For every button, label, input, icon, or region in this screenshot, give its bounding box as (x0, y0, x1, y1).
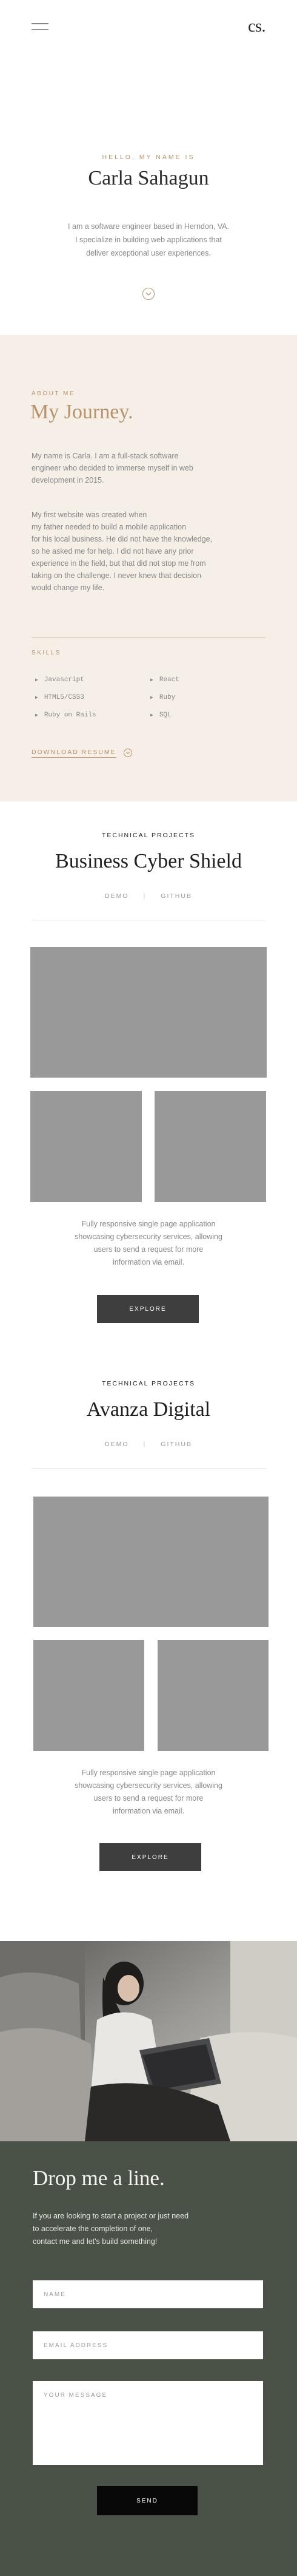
about-paragraph-line: would change my life. (32, 583, 105, 592)
about-paragraph-line: for his local business. He did not have … (32, 535, 213, 543)
demo-link[interactable]: DEMO (105, 1441, 129, 1448)
project-screenshot-secondary (33, 1640, 144, 1751)
project-description-line: Fully responsive single page application (81, 1220, 216, 1228)
arrow-right-icon: ▶ (35, 713, 38, 718)
about-paragraph-line: My first website was created when (32, 511, 147, 519)
arrow-right-icon: ▶ (150, 713, 153, 718)
about-paragraph-line: My name is Carla. I am a full-stack soft… (32, 452, 179, 460)
skill-item: ▶ SQL (150, 712, 172, 719)
scroll-down-button[interactable] (142, 288, 155, 300)
hero-description-line: deliver exceptional user experiences. (86, 249, 211, 257)
about-paragraph-line: engineer who decided to immerse myself i… (32, 464, 193, 472)
hero-description-line: I specialize in building web application… (75, 236, 222, 244)
project-kicker: TECHNICAL PROJECTS (101, 1380, 196, 1387)
github-link[interactable]: GITHUB (161, 892, 192, 900)
project-screenshot-secondary (158, 1640, 269, 1751)
skill-label: React (159, 676, 179, 684)
project-description: Fully responsive single page application… (0, 1218, 297, 1269)
arrow-right-icon: ▶ (35, 678, 38, 683)
link-separator: | (143, 1441, 147, 1448)
demo-link[interactable]: DEMO (105, 892, 129, 900)
skill-label: SQL (159, 712, 172, 719)
logo[interactable]: cs. (248, 17, 265, 36)
project-title: Avanza Digital (86, 1398, 211, 1421)
name-field[interactable] (33, 2280, 263, 2308)
about-paragraph: My first website was created when my fat… (32, 509, 232, 594)
explore-button[interactable]: EXPLORE (97, 1295, 199, 1323)
about-paragraph-line: experience in the field, but that did no… (32, 559, 206, 568)
project-kicker: TECHNICAL PROJECTS (101, 832, 196, 839)
about-paragraph-line: taking on the challenge. I never knew th… (32, 571, 202, 580)
email-field[interactable] (33, 2331, 263, 2359)
skill-item: ▶ Ruby (150, 694, 175, 701)
project-links: DEMO | GITHUB (0, 892, 297, 900)
explore-button[interactable]: EXPLORE (99, 1843, 201, 1871)
contact-description-line: to accelerate the completion of one, (33, 2224, 153, 2233)
send-button[interactable]: SEND (97, 2486, 198, 2515)
chevron-down-icon (145, 292, 152, 296)
project-description-line: information via email. (112, 1258, 185, 1266)
about-label: ABOUT ME (32, 390, 76, 397)
project-description-line: showcasing cybersecurity services, allow… (75, 1781, 222, 1790)
hamburger-icon[interactable] (32, 23, 48, 32)
project-description-line: showcasing cybersecurity services, allow… (75, 1232, 222, 1241)
message-field[interactable] (33, 2381, 263, 2465)
project-screenshot-secondary (30, 1091, 142, 1202)
project-title: Business Cyber Shield (55, 850, 242, 872)
contact-description-line: contact me and let's build something! (33, 2237, 158, 2246)
contact-title: Drop me a line. (33, 2166, 165, 2190)
hero-greeting: HELLO, MY NAME IS (102, 154, 195, 161)
contact-description-line: If you are looking to start a project or… (33, 2212, 189, 2220)
contact-photo (0, 1941, 297, 2141)
skills-label: SKILLS (32, 650, 61, 656)
link-separator: | (143, 892, 147, 900)
divider (32, 637, 265, 638)
skill-label: Ruby (159, 694, 176, 701)
skill-label: Javascript (44, 676, 84, 684)
arrow-right-icon: ▶ (150, 695, 153, 701)
project-description-line: users to send a request for more (93, 1794, 204, 1803)
skill-item: ▶ HTML5/CSS3 (35, 694, 84, 701)
project-description: Fully responsive single page application… (0, 1767, 297, 1818)
about-paragraph-line: my father needed to build a mobile appli… (32, 523, 187, 531)
arrow-right-icon: ▶ (35, 695, 38, 701)
about-paragraph: My name is Carla. I am a full-stack soft… (32, 450, 232, 486)
skill-label: HTML5/CSS3 (44, 694, 84, 701)
project-screenshot-main (33, 1497, 269, 1627)
hero-description: I am a software engineer based in Herndo… (0, 220, 297, 260)
project-links: DEMO | GITHUB (0, 1441, 297, 1448)
arrow-right-icon: ▶ (150, 678, 153, 683)
project-screenshot-main (30, 947, 267, 1078)
download-resume-link[interactable]: DOWNLOAD RESUME (32, 749, 116, 758)
about-paragraph-line: so he asked me for help. I did not have … (32, 547, 194, 556)
skill-item: ▶ Javascript (35, 676, 84, 684)
github-link[interactable]: GITHUB (161, 1441, 192, 1448)
skill-item: ▶ React (150, 676, 179, 684)
hero-description-line: I am a software engineer based in Herndo… (68, 222, 229, 231)
project-screenshot-secondary (155, 1091, 266, 1202)
chevron-down-icon (126, 752, 130, 755)
divider (32, 1468, 265, 1469)
project-description-line: information via email. (112, 1807, 185, 1815)
about-title: My Journey. (30, 401, 133, 423)
about-paragraph-line: development in 2015. (32, 476, 104, 484)
project-description-line: users to send a request for more (93, 1245, 204, 1254)
contact-description: If you are looking to start a project or… (33, 2210, 263, 2248)
skill-label: Ruby on Rails (44, 712, 96, 719)
download-icon[interactable] (124, 749, 132, 757)
hero-name: Carla Sahagun (88, 167, 209, 189)
project-description-line: Fully responsive single page application (81, 1769, 216, 1777)
skill-item: ▶ Ruby on Rails (35, 712, 96, 719)
woman-with-laptop-photo (0, 1941, 297, 2141)
